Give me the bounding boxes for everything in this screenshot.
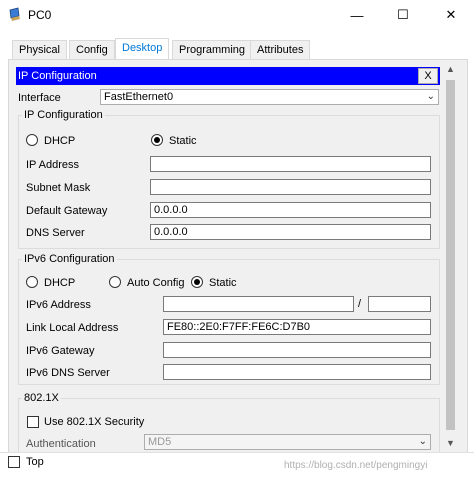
ipv6-dhcp-label: DHCP — [44, 277, 76, 289]
scroll-down-icon[interactable]: ▼ — [446, 438, 455, 448]
top-checkbox[interactable] — [8, 456, 20, 468]
link-local-input[interactable]: FE80::2E0:F7FF:FE6C:D7B0 — [163, 319, 431, 335]
ip-config-close-button[interactable]: X — [418, 68, 438, 84]
chevron-down-icon: ⌄ — [426, 91, 435, 102]
tab-programming[interactable]: Programming — [172, 40, 253, 59]
ipv4-group-title: IP Configuration — [22, 109, 105, 121]
default-gateway-input[interactable]: 0.0.0.0 — [150, 202, 431, 218]
watermark-text: https://blog.csdn.net/pengmingyi — [284, 460, 428, 471]
dns-server-input[interactable]: 0.0.0.0 — [150, 224, 431, 240]
ipv6-address-label: IPv6 Address — [26, 299, 91, 311]
ipv4-static-radio[interactable] — [151, 134, 163, 146]
default-gateway-label: Default Gateway — [26, 205, 108, 217]
chevron-down-icon: ⌄ — [418, 436, 427, 447]
ip-address-label: IP Address — [26, 159, 79, 171]
minimize-button[interactable]: — — [334, 0, 380, 30]
authentication-value: MD5 — [148, 436, 172, 448]
interface-label: Interface — [18, 92, 61, 104]
prefix-separator: / — [358, 298, 362, 310]
ipv6-gateway-input[interactable] — [163, 342, 431, 358]
authentication-select[interactable]: MD5 ⌄ — [144, 434, 431, 450]
subnet-mask-input[interactable] — [150, 179, 431, 195]
scroll-up-icon[interactable]: ▲ — [446, 64, 455, 74]
ipv4-dhcp-radio[interactable] — [26, 134, 38, 146]
ipv6-group-title: IPv6 Configuration — [22, 253, 117, 265]
interface-select[interactable]: FastEthernet0 ⌄ — [100, 89, 439, 105]
authentication-label: Authentication — [26, 438, 96, 450]
ipv6-prefix-input[interactable] — [368, 296, 431, 312]
ip-config-header: IP Configuration — [16, 67, 440, 85]
ipv6-auto-config-label: Auto Config — [127, 277, 185, 289]
subnet-mask-label: Subnet Mask — [26, 182, 91, 194]
scrollbar[interactable]: ▲ ▼ — [440, 60, 462, 450]
maximize-button[interactable]: ☐ — [380, 0, 426, 30]
use-dot1x-checkbox[interactable] — [27, 416, 39, 428]
dot1x-group-title: 802.1X — [22, 392, 61, 404]
ipv6-dns-label: IPv6 DNS Server — [26, 367, 110, 379]
ipv6-dns-input[interactable] — [163, 364, 431, 380]
window-title: PC0 — [28, 8, 52, 22]
pc-app-icon — [9, 7, 20, 21]
ipv6-address-input[interactable] — [163, 296, 354, 312]
close-window-button[interactable]: ✕ — [428, 0, 474, 30]
use-dot1x-label: Use 802.1X Security — [44, 416, 145, 428]
tab-physical[interactable]: Physical — [12, 40, 67, 59]
tab-attributes[interactable]: Attributes — [250, 40, 311, 59]
tab-desktop[interactable]: Desktop — [115, 38, 170, 61]
ip-address-input[interactable] — [150, 156, 431, 172]
ipv6-gateway-label: IPv6 Gateway — [26, 345, 95, 357]
ipv4-static-label: Static — [169, 135, 197, 147]
dns-server-label: DNS Server — [26, 227, 85, 239]
link-local-label: Link Local Address — [26, 322, 119, 334]
ipv6-static-label: Static — [209, 277, 237, 289]
top-label: Top — [26, 456, 44, 468]
ipv6-auto-config-radio[interactable] — [109, 276, 121, 288]
ipv6-static-radio[interactable] — [191, 276, 203, 288]
interface-value: FastEthernet0 — [104, 91, 174, 103]
ipv6-dhcp-radio[interactable] — [26, 276, 38, 288]
tab-config[interactable]: Config — [69, 40, 115, 59]
scrollbar-thumb[interactable] — [446, 80, 455, 430]
ipv4-dhcp-label: DHCP — [44, 135, 76, 147]
